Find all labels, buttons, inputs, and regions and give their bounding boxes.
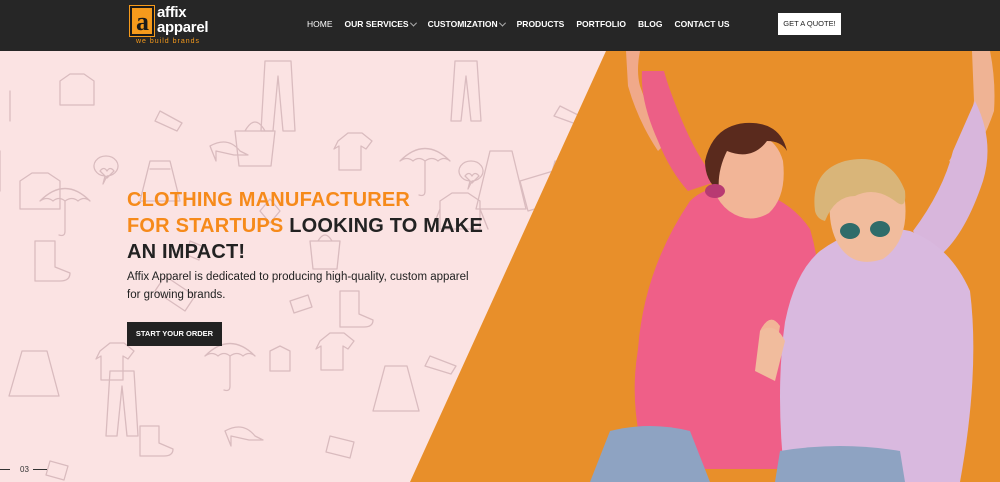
headline-orange-line2: FOR STARTUPS xyxy=(127,215,284,237)
slide-indicator-line-left xyxy=(0,469,10,470)
affix-apparel-logo[interactable]: a affix apparel we build brands xyxy=(129,5,218,45)
get-a-quote-button[interactable]: GET A QUOTE! xyxy=(778,13,841,35)
logo-tagline: we build brands xyxy=(136,38,201,45)
nav-customization-label: CUSTOMIZATION xyxy=(427,19,498,29)
nav-blog[interactable]: BLOG xyxy=(638,18,663,30)
logo-line2: apparel xyxy=(157,19,209,36)
hero-headline: CLOTHING MANUFACTURER FOR STARTUPS LOOKI… xyxy=(127,187,483,265)
nav-our-services[interactable]: OUR SERVICES xyxy=(344,18,417,30)
nav-portfolio-label: PORTFOLIO xyxy=(576,19,626,29)
nav-contact-us[interactable]: CONTACT US xyxy=(675,18,730,30)
nav-products-label: PRODUCTS xyxy=(516,19,565,29)
nav-home-label: HOME xyxy=(307,19,333,29)
nav-blog-label: BLOG xyxy=(637,19,663,29)
headline-dark-line2: AN IMPACT! xyxy=(127,241,246,263)
main-menu: HOME OUR SERVICES CUSTOMIZATION PRODUCTS… xyxy=(307,18,742,30)
logo-mark-icon: a xyxy=(129,5,155,37)
slide-number: 03 xyxy=(20,465,29,474)
hero-models-photo xyxy=(590,51,995,482)
slide-indicator[interactable]: 03 xyxy=(0,465,47,474)
nav-home[interactable]: HOME xyxy=(307,18,333,30)
nav-customization[interactable]: CUSTOMIZATION xyxy=(427,18,506,30)
hero-section: CLOTHING MANUFACTURER FOR STARTUPS LOOKI… xyxy=(0,51,1000,482)
nav-portfolio[interactable]: PORTFOLIO xyxy=(576,18,626,30)
headline-dark-line1: LOOKING TO MAKE xyxy=(283,215,483,237)
logo-letter: a xyxy=(136,7,149,36)
nav-our-services-label: OUR SERVICES xyxy=(344,19,409,29)
chevron-down-icon xyxy=(498,19,506,27)
start-your-order-button[interactable]: START YOUR ORDER xyxy=(127,322,222,346)
logo-wordmark: affix apparel xyxy=(157,5,209,36)
nav-contact-us-label: CONTACT US xyxy=(674,19,730,29)
headline-orange-line1: CLOTHING MANUFACTURER xyxy=(127,189,411,211)
nav-products[interactable]: PRODUCTS xyxy=(517,18,565,30)
top-navbar: a affix apparel we build brands HOME OUR… xyxy=(0,0,1000,51)
slide-indicator-line-right xyxy=(32,469,47,470)
hero-subtext: Affix Apparel is dedicated to producing … xyxy=(127,271,469,301)
chevron-down-icon xyxy=(409,19,417,27)
